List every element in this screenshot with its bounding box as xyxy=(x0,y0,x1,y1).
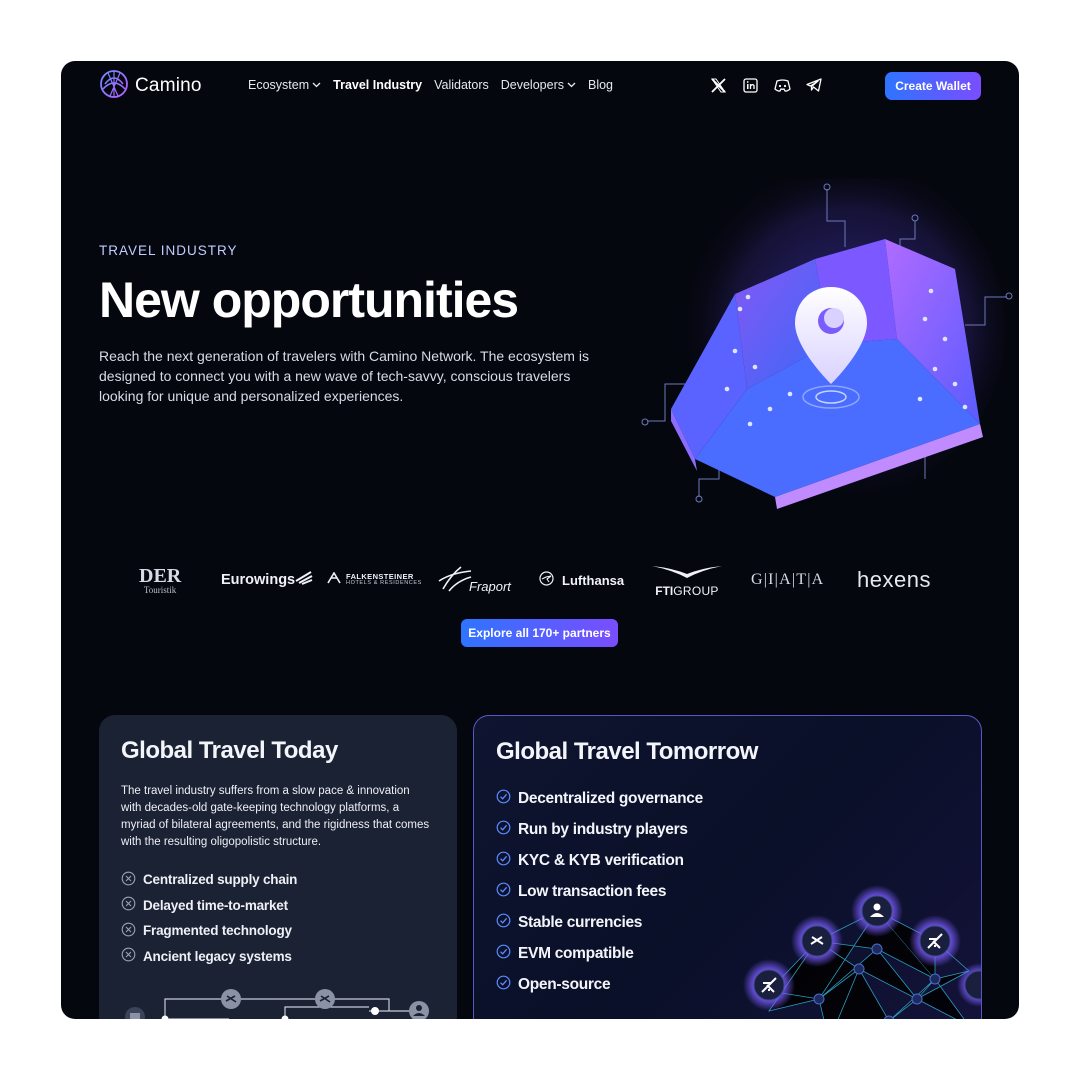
check-circle-icon xyxy=(496,944,511,964)
eurowings-wing-icon xyxy=(295,571,313,589)
x-circle-icon xyxy=(121,871,136,889)
today-card-title: Global Travel Today xyxy=(121,737,338,764)
exchange-icon xyxy=(221,989,241,1009)
check-circle-icon xyxy=(496,913,511,933)
hero-title: New opportunities xyxy=(99,272,519,328)
fraport-swoosh-icon xyxy=(437,563,473,598)
lufthansa-crane-icon xyxy=(539,571,554,589)
decentralized-network-diagram xyxy=(729,871,981,1019)
falkensteiner-logo-sub: HOTELS & RESIDENCES xyxy=(346,580,422,587)
x-circle-icon xyxy=(121,896,136,914)
building-icon xyxy=(125,1007,145,1019)
der-logo-main: DER xyxy=(139,564,182,587)
fti-logo-light: GROUP xyxy=(673,583,719,598)
hero-description: Reach the next generation of travelers w… xyxy=(99,348,589,404)
nav-travel-industry[interactable]: Travel Industry xyxy=(333,78,422,92)
list-item: Fragmented technology xyxy=(121,918,297,944)
eurowings-logo-text: Eurowings xyxy=(221,572,296,588)
nav-label: Developers xyxy=(500,78,564,92)
list-item: Centralized supply chain xyxy=(121,867,297,893)
logo-falkensteiner: FALKENSTEINER HOTELS & RESIDENCES xyxy=(327,558,422,602)
check-circle-icon xyxy=(496,820,511,840)
logo-der-touristik: DER Touristik xyxy=(139,558,181,602)
tomorrow-card-title: Global Travel Tomorrow xyxy=(496,738,758,765)
nav-developers[interactable]: Developers xyxy=(501,78,576,92)
exchange-icon xyxy=(315,989,335,1009)
list-item-label: Decentralized governance xyxy=(518,789,703,807)
list-item: Run by industry players xyxy=(496,814,703,845)
list-item: Delayed time-to-market xyxy=(121,893,297,919)
list-item-label: Delayed time-to-market xyxy=(143,897,288,913)
global-travel-today-card: Global Travel Today The travel industry … xyxy=(99,715,457,1019)
logo-hexens: hexens xyxy=(857,567,931,592)
global-travel-tomorrow-card: Global Travel Tomorrow Decentralized gov… xyxy=(473,715,982,1019)
check-circle-icon xyxy=(496,789,511,809)
check-circle-icon xyxy=(496,851,511,871)
list-item-label: Stable currencies xyxy=(518,913,643,931)
x-icon[interactable] xyxy=(709,76,727,94)
der-logo-sub: Touristik xyxy=(143,584,177,595)
map-illustration xyxy=(635,157,1019,514)
chevron-down-icon xyxy=(567,82,576,88)
logo-eurowings: Eurowings xyxy=(221,558,313,602)
main-nav: Ecosystem Travel Industry Validators Dev… xyxy=(248,78,613,92)
list-item: Ancient legacy systems xyxy=(121,944,297,970)
list-item: EVM compatible xyxy=(496,938,703,969)
list-item-label: Centralized supply chain xyxy=(143,872,298,888)
logo-fti-group: FTIGROUP xyxy=(650,558,724,602)
list-item: KYC & KYB verification xyxy=(496,845,703,876)
falkensteiner-bird-icon xyxy=(327,571,341,589)
linkedin-icon[interactable] xyxy=(741,76,759,94)
list-item: Low transaction fees xyxy=(496,876,703,907)
social-links xyxy=(709,76,823,94)
nav-validators[interactable]: Validators xyxy=(434,78,489,92)
list-item-label: Open-source xyxy=(518,975,611,993)
check-circle-icon xyxy=(496,882,511,902)
list-item-label: EVM compatible xyxy=(518,944,634,962)
partner-logos: DER Touristik Eurowings FALKENSTEINER HO… xyxy=(99,558,981,602)
lufthansa-logo-text: Lufthansa xyxy=(562,572,625,588)
fti-logo-bold: FTI xyxy=(655,583,674,598)
nav-ecosystem[interactable]: Ecosystem xyxy=(248,78,321,92)
nav-label: Ecosystem xyxy=(248,78,310,92)
brand-name: Camino xyxy=(135,75,202,96)
hero-eyebrow: TRAVEL INDUSTRY xyxy=(99,243,238,258)
list-item-label: KYC & KYB verification xyxy=(518,851,684,869)
check-circle-icon xyxy=(496,975,511,995)
list-item-label: Run by industry players xyxy=(518,820,688,838)
logo-giata: G|I|A|T|A xyxy=(751,571,825,588)
today-card-description: The travel industry suffers from a slow … xyxy=(121,785,430,848)
list-item: Decentralized governance xyxy=(496,783,703,814)
logo-fraport: Fraport xyxy=(437,558,511,602)
list-item-label: Low transaction fees xyxy=(518,882,667,900)
discord-icon[interactable] xyxy=(773,76,791,94)
tomorrow-benefits-list: Decentralized governance Run by industry… xyxy=(496,783,703,1000)
user-icon xyxy=(409,1001,429,1019)
fraport-logo-text: Fraport xyxy=(469,578,511,594)
explore-partners-button[interactable]: Explore all 170+ partners xyxy=(461,619,618,647)
x-circle-icon xyxy=(121,922,136,940)
brand-logo[interactable]: Camino xyxy=(99,69,202,104)
chevron-down-icon xyxy=(312,82,321,88)
legacy-network-diagram xyxy=(99,977,457,1019)
list-item-label: Ancient legacy systems xyxy=(143,948,292,964)
page-frame: Camino Ecosystem Travel Industry Validat… xyxy=(61,61,1019,1019)
today-issues-list: Centralized supply chain Delayed time-to… xyxy=(121,867,297,969)
logo-lufthansa: Lufthansa xyxy=(539,558,624,602)
list-item-label: Fragmented technology xyxy=(143,923,292,939)
nav-blog[interactable]: Blog xyxy=(588,78,613,92)
list-item: Open-source xyxy=(496,969,703,1000)
camino-logo-icon xyxy=(99,69,129,104)
list-item: Stable currencies xyxy=(496,907,703,938)
telegram-icon[interactable] xyxy=(805,76,823,94)
fti-bird-icon xyxy=(650,564,724,585)
x-circle-icon xyxy=(121,947,136,965)
create-wallet-button[interactable]: Create Wallet xyxy=(885,72,981,100)
